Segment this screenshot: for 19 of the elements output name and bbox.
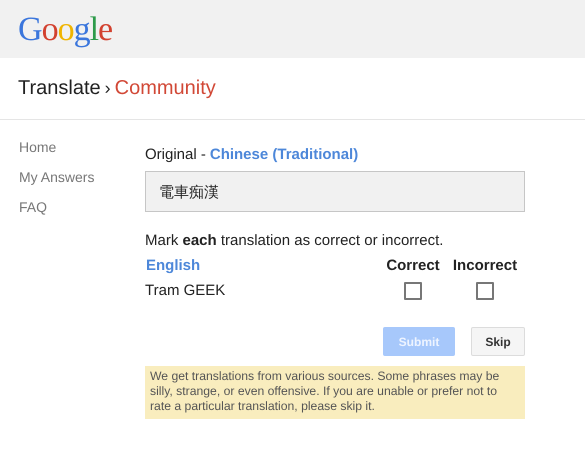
original-text-box: 電車痴漢 <box>145 171 525 212</box>
skip-button[interactable]: Skip <box>471 327 525 356</box>
breadcrumb-link[interactable]: Translate <box>18 77 101 100</box>
column-header: Correct <box>385 256 441 276</box>
checkbox[interactable] <box>404 282 422 300</box>
breadcrumb-current: Community <box>114 77 216 100</box>
language-header: English <box>145 256 202 276</box>
sidebar-link[interactable]: FAQ <box>19 192 145 222</box>
instruction-text: Mark each translation as correct or incorrect. <box>145 232 444 249</box>
sidebar-link[interactable]: My Answers <box>19 162 145 192</box>
column-header: Incorrect <box>452 256 518 276</box>
breadcrumb-separator: › <box>104 78 111 99</box>
checkbox[interactable] <box>476 282 494 300</box>
notice-message: We get translations from various sources. Some phrases may be silly, strange, or even offensive. If you are unable or prefer not to rate a particular translation, please skip it. <box>145 366 525 419</box>
translation-text: Tram GEEK <box>145 281 226 301</box>
logo[interactable]: Google <box>18 11 112 49</box>
sidebar-link[interactable]: Home <box>19 132 145 162</box>
source-language: Chinese (Traditional) <box>210 146 358 163</box>
original-label: Original - <box>145 146 206 163</box>
